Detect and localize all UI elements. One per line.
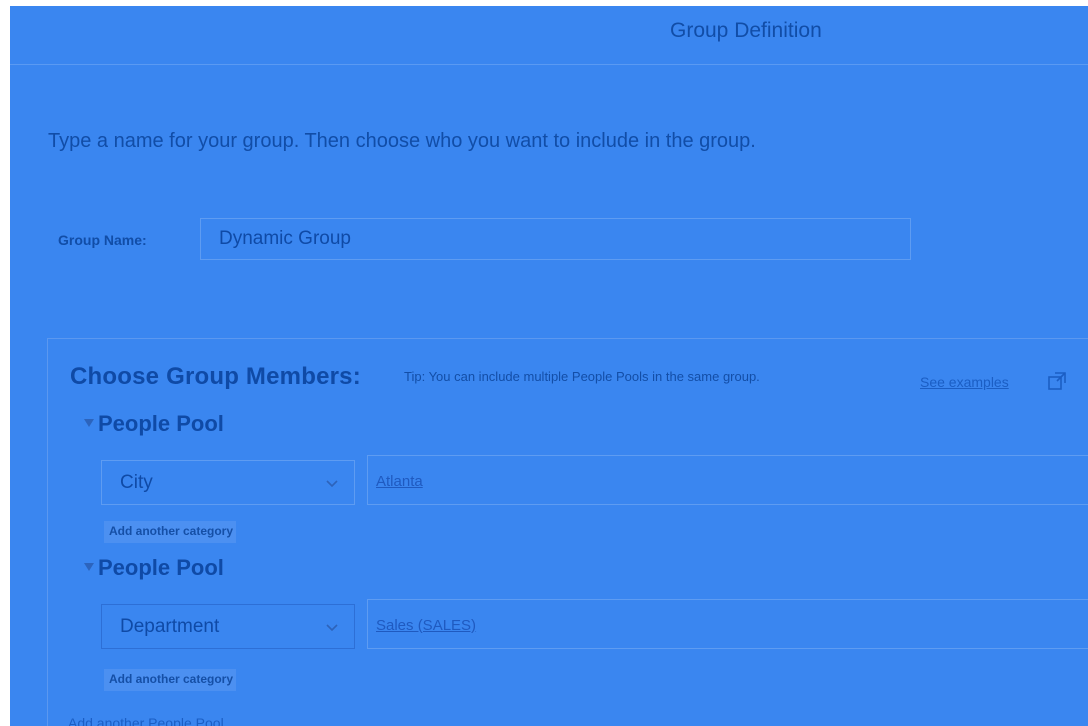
group-definition-page: Group Definition Type a name for your gr… — [10, 6, 1088, 726]
people-pool-2-add-category-button[interactable]: Add another category — [104, 669, 237, 691]
members-tip: Tip: You can include multiple People Poo… — [404, 369, 760, 384]
chevron-down-icon — [326, 624, 338, 632]
people-pool-1-value-link[interactable]: Atlanta — [376, 473, 423, 490]
page-header: Group Definition — [10, 6, 1088, 65]
people-pool-2-title: People Pool — [98, 555, 224, 580]
people-pool-1-category-value: City — [120, 472, 153, 493]
instructions-text: Type a name for your group. Then choose … — [48, 130, 756, 152]
people-pool-1-category-dropdown[interactable]: City — [101, 460, 355, 505]
people-pool-2-value-field[interactable]: Sales (SALES) — [367, 599, 1088, 649]
see-examples-link[interactable]: See examples — [920, 374, 1009, 390]
people-pool-1-title: People Pool — [98, 411, 224, 436]
people-pool-2-category-value: Department — [120, 616, 220, 637]
external-link-icon[interactable] — [1047, 371, 1067, 391]
triangle-down-icon[interactable] — [84, 419, 94, 427]
screen-frame: Group Definition Type a name for your gr… — [0, 0, 1088, 726]
add-people-pool-link[interactable]: Add another People Pool — [68, 715, 224, 726]
people-pool-1-header[interactable]: People Pool — [84, 411, 224, 437]
people-pool-1-value-field[interactable]: Atlanta — [367, 455, 1088, 505]
group-name-label: Group Name: — [58, 232, 147, 248]
chevron-down-icon — [326, 480, 338, 488]
group-members-panel: Choose Group Members: Tip: You can inclu… — [47, 338, 1088, 726]
people-pool-2-category-dropdown[interactable]: Department — [101, 604, 355, 649]
people-pool-2-value-link[interactable]: Sales (SALES) — [376, 617, 476, 634]
page-title: Group Definition — [670, 19, 822, 42]
people-pool-2-header[interactable]: People Pool — [84, 555, 224, 581]
triangle-down-icon[interactable] — [84, 563, 94, 571]
people-pool-1-add-category-button[interactable]: Add another category — [104, 521, 237, 543]
members-title: Choose Group Members: — [70, 363, 361, 390]
group-name-input[interactable] — [200, 218, 911, 260]
